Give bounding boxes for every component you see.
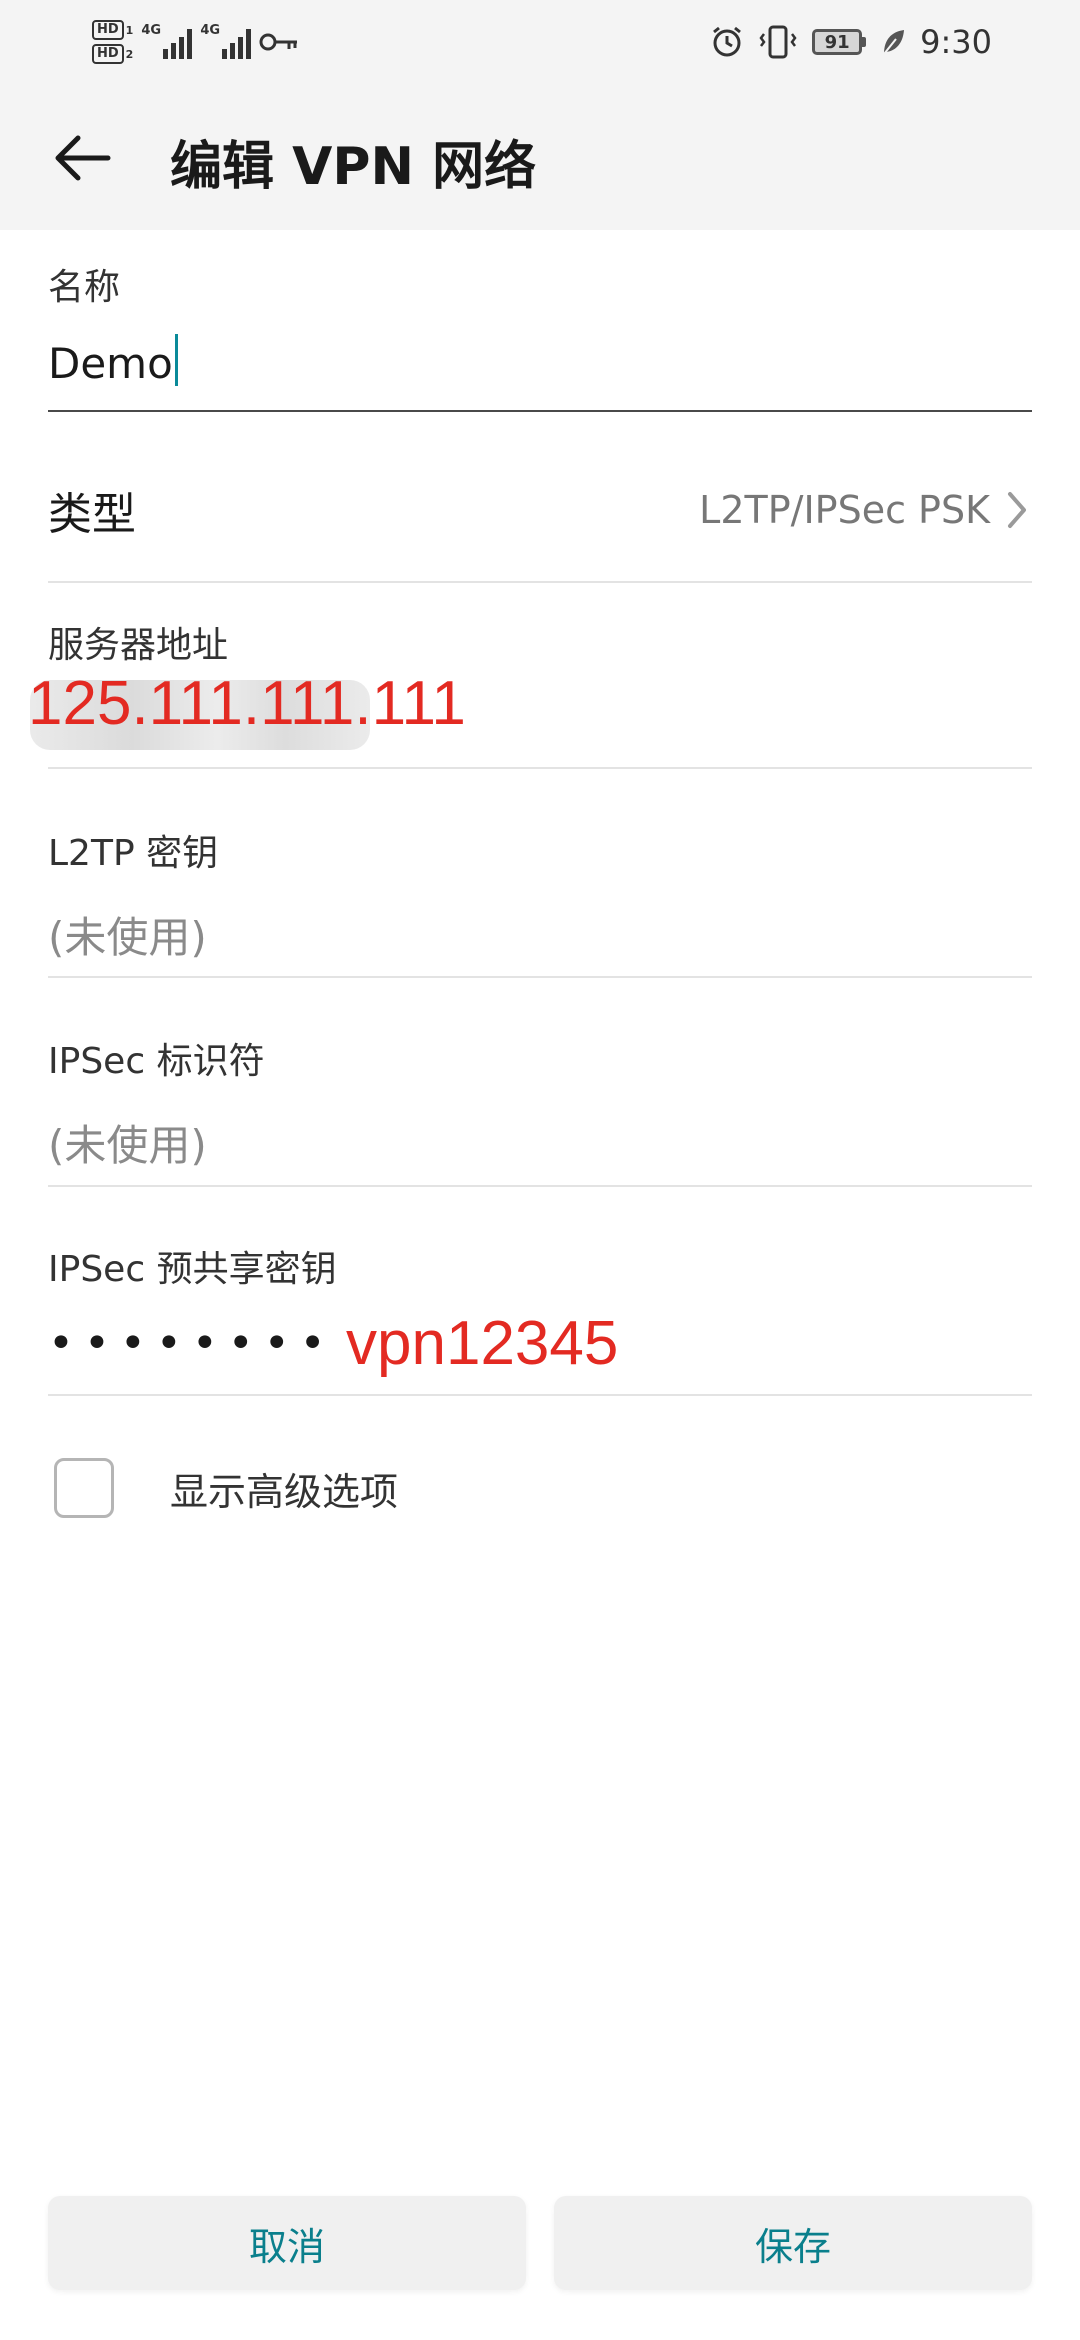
name-label: 名称 [48,267,121,308]
hd-1-sim: 1 [125,23,134,37]
ipsec-psk-divider [48,1394,1032,1396]
server-label: 服务器地址 [48,625,229,666]
text-cursor [174,334,178,386]
show-advanced-checkbox[interactable] [54,1458,114,1518]
cancel-button[interactable]: 取消 [48,2196,526,2290]
vibrate-icon [759,25,797,59]
signal-icon: 4G [141,23,193,59]
name-value: Demo [48,339,173,388]
battery-level: 91 [812,29,863,55]
signal-icon: 4G [200,23,252,59]
network-type-2: 4G [200,23,221,38]
l2tp-label: L2TP 密钥 [48,833,219,874]
server-divider [48,767,1032,769]
ipsec-id-placeholder: (未使用) [48,1121,207,1170]
type-divider [48,581,1032,583]
show-advanced-label: 显示高级选项 [170,1469,399,1514]
ipsec-psk-label: IPSec 预共享密钥 [48,1249,337,1290]
l2tp-placeholder: (未使用) [48,913,207,962]
battery-icon: 91 [812,29,867,55]
hd-2-sim: 2 [125,47,134,61]
save-button[interactable]: 保存 [554,2196,1032,2290]
back-arrow-icon[interactable] [50,126,114,190]
hd-2-label: HD [92,44,124,64]
hd-icon: HD 1 HD 2 [92,20,133,64]
status-right: 91 9:30 [710,18,992,66]
network-type-1: 4G [141,23,162,38]
name-underline [48,410,1032,412]
show-advanced-row[interactable]: 显示高级选项 [54,1458,398,1518]
server-annotation: 125.111.111.111 [28,669,466,738]
status-left: HD 1 HD 2 4G 4G [92,14,299,70]
vpn-key-icon [259,33,298,51]
l2tp-divider [48,976,1032,978]
ipsec-id-input[interactable]: (未使用) [48,1112,1032,1173]
psk-annotation: vpn12345 [346,1309,619,1378]
type-label: 类型 [48,489,136,540]
ipsec-id-label: IPSec 标识符 [48,1041,265,1082]
name-field-label-wrap: 名称 [48,258,1032,310]
alarm-icon [713,26,742,57]
ipsec-id-divider [48,1185,1032,1187]
l2tp-secret-input[interactable]: (未使用) [48,904,1032,965]
ipsec-psk-masked: •••••••• [48,1318,336,1369]
app-bar: 编辑 VPN 网络 [0,80,1080,230]
hd-1-label: HD [92,20,124,40]
type-value: L2TP/IPSec PSK [699,488,990,532]
status-time: 9:30 [920,23,992,61]
chevron-right-icon [1008,492,1026,528]
name-input[interactable]: Demo [48,334,1032,388]
page-title: 编辑 VPN 网络 [170,137,537,197]
leaf-icon [883,30,905,55]
type-row[interactable]: 类型 L2TP/IPSec PSK [48,470,1032,550]
status-bar: HD 1 HD 2 4G 4G 91 9:30 [0,0,1080,80]
